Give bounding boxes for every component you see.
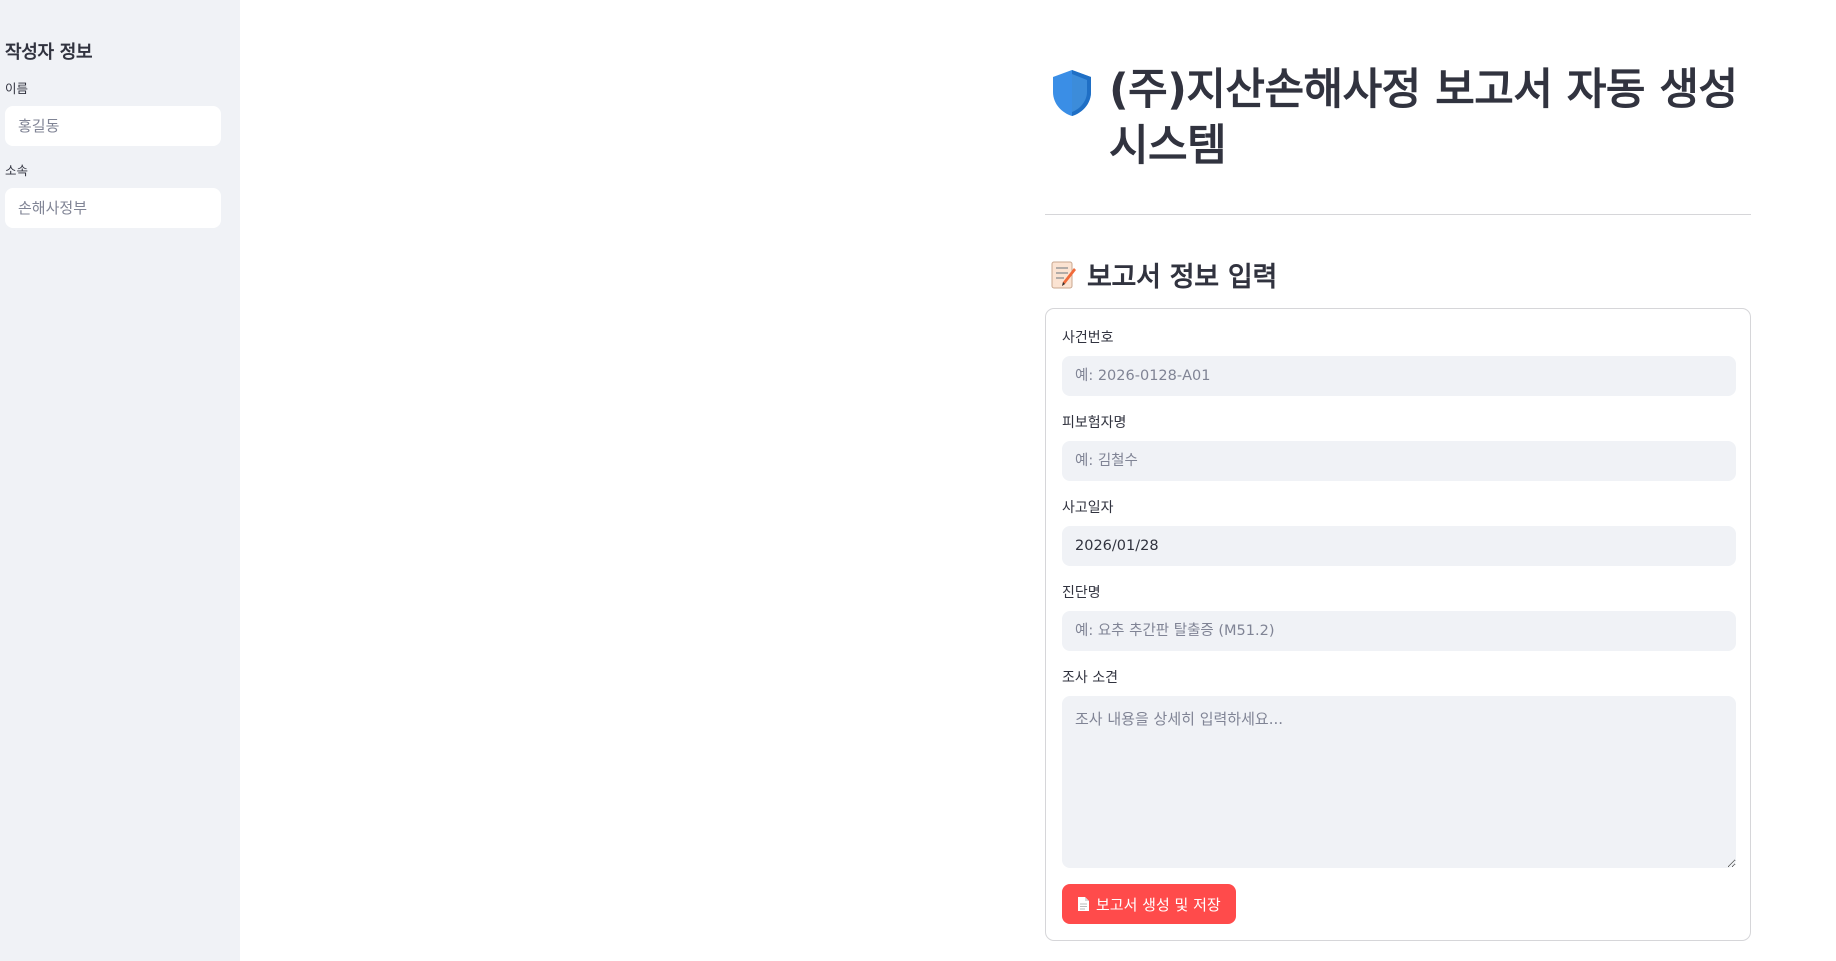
insured-name-label: 피보험자명 (1062, 415, 1127, 431)
diagnosis-label: 진단명 (1062, 585, 1101, 601)
generate-report-button[interactable]: 보고서 생성 및 저장 (1062, 884, 1236, 924)
name-label: 이름 (5, 81, 29, 96)
section-title: 보고서 정보 입력 (1087, 262, 1277, 293)
shield-icon (1053, 70, 1091, 116)
department-label: 소속 (5, 163, 29, 178)
sidebar: 작성자 정보 이름 소속 (0, 0, 240, 961)
main-content: (주)지산손해사정 보고서 자동 생성 시스템 보고서 정보 입력 사건번호 피… (1045, 0, 1751, 941)
document-icon (1078, 897, 1089, 911)
name-input[interactable] (5, 106, 221, 146)
section-header: 보고서 정보 입력 (1045, 255, 1751, 294)
page-title: (주)지산손해사정 보고서 자동 생성 시스템 (1109, 65, 1738, 171)
case-number-label: 사건번호 (1062, 330, 1114, 346)
memo-icon (1051, 261, 1076, 288)
accident-date-input[interactable] (1062, 526, 1736, 566)
department-input[interactable] (5, 188, 221, 228)
opinion-textarea[interactable] (1062, 696, 1736, 868)
report-form: 사건번호 피보험자명 사고일자 진단명 조사 소견 보고서 생성 및 저장 (1045, 308, 1751, 941)
page-title-row: (주)지산손해사정 보고서 자동 생성 시스템 (1045, 62, 1751, 174)
insured-name-input[interactable] (1062, 441, 1736, 481)
accident-date-label: 사고일자 (1062, 500, 1114, 516)
divider (1045, 214, 1751, 215)
diagnosis-input[interactable] (1062, 611, 1736, 651)
sidebar-heading: 작성자 정보 (5, 42, 93, 63)
opinion-label: 조사 소견 (1062, 670, 1118, 686)
generate-report-label: 보고서 생성 및 저장 (1096, 895, 1221, 914)
case-number-input[interactable] (1062, 356, 1736, 396)
